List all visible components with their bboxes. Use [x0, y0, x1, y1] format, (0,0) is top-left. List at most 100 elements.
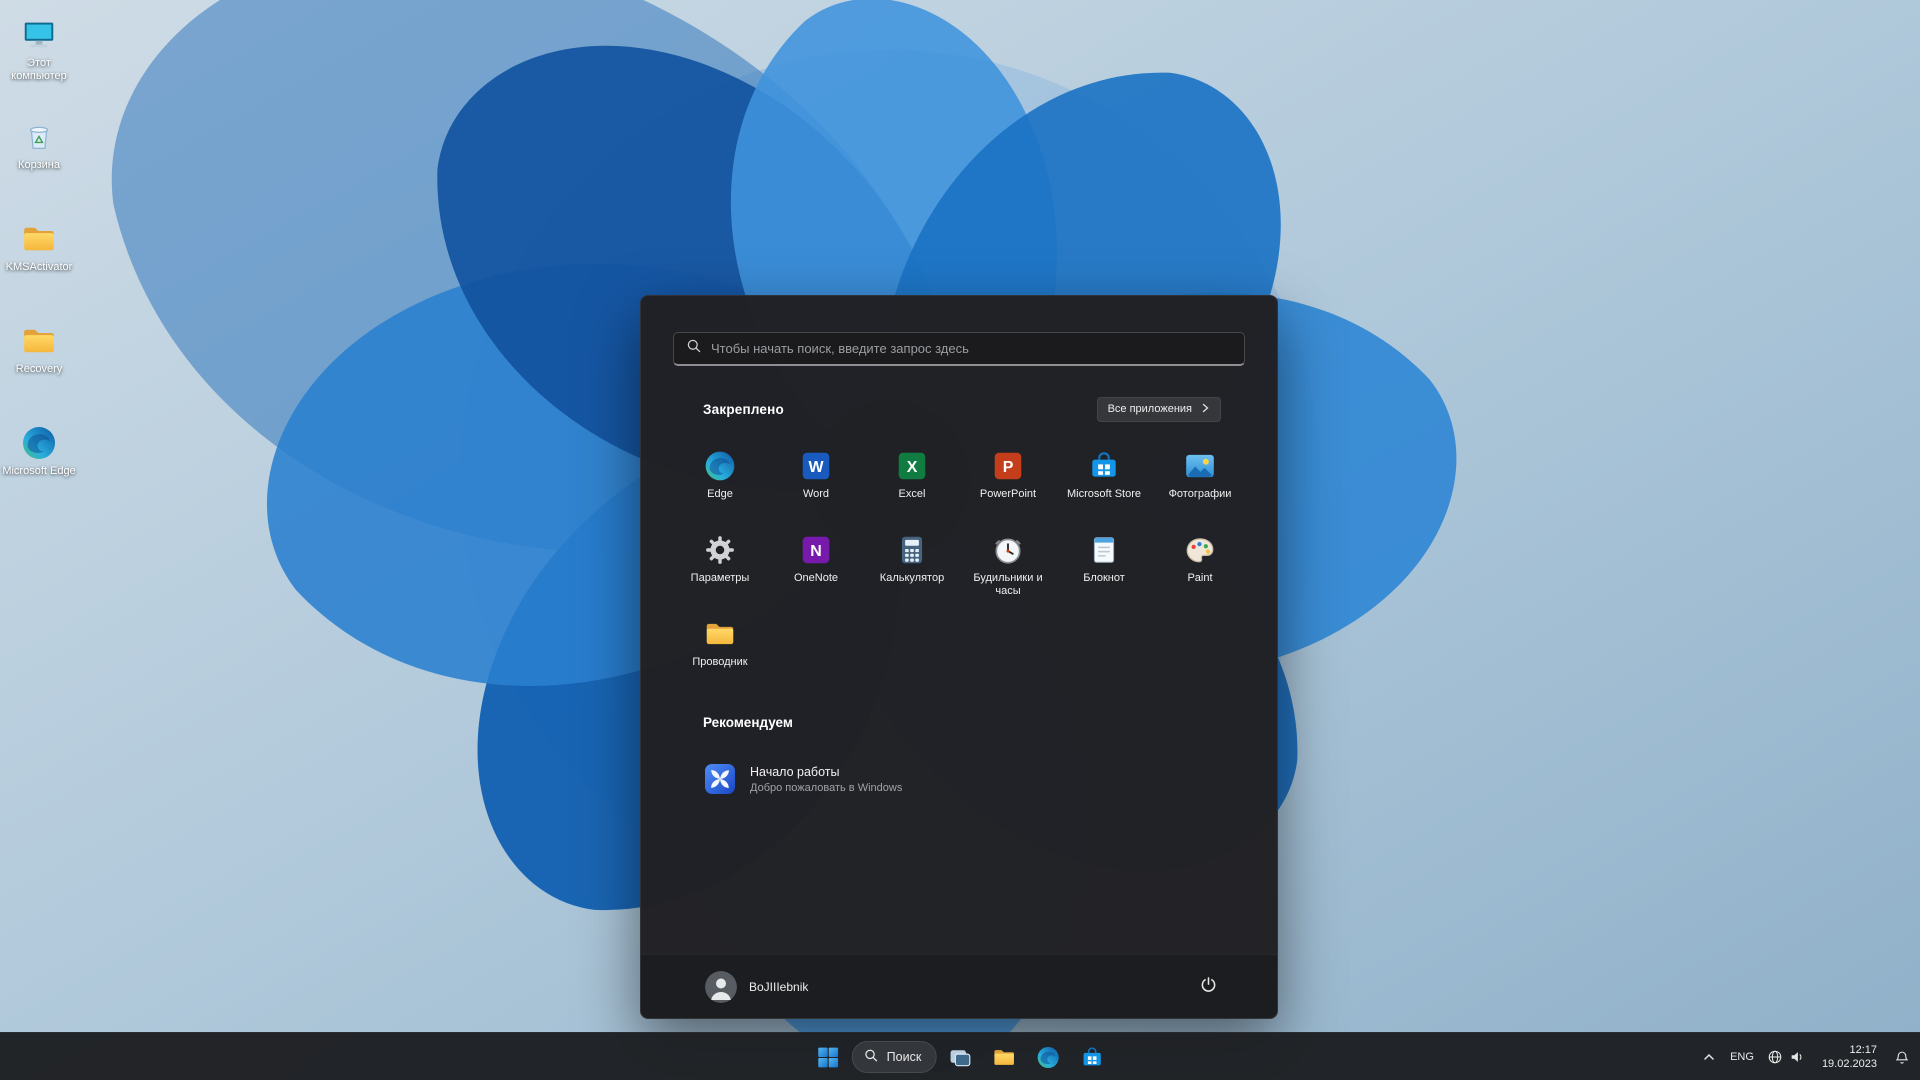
- start-button[interactable]: [808, 1037, 848, 1077]
- svg-text:W: W: [808, 459, 824, 476]
- powerpoint-icon: P: [991, 449, 1025, 483]
- windows-logo-icon: [815, 1045, 840, 1070]
- taskbar-store-button[interactable]: [1072, 1037, 1112, 1077]
- taskbar: Поиск ENG 12:17 19.02.2023: [0, 1032, 1920, 1080]
- get-started-icon: [703, 762, 737, 796]
- app-tile-edge[interactable]: Edge: [672, 444, 768, 528]
- recommended-section-title: Рекомендуем: [703, 715, 793, 730]
- app-tile-label: PowerPoint: [979, 488, 1037, 500]
- recommended-item-title: Начало работы: [750, 764, 840, 779]
- notification-center-button[interactable]: [1888, 1037, 1916, 1077]
- desktop-icon-label: Microsoft Edge: [2, 465, 76, 477]
- folder-icon: [2, 220, 76, 258]
- svg-text:N: N: [810, 543, 822, 560]
- app-tile-microsoft-store[interactable]: Microsoft Store: [1056, 444, 1152, 528]
- desktop-icon-label: Корзина: [18, 159, 60, 171]
- folder-icon: [2, 322, 76, 360]
- app-tile-label: Edge: [707, 488, 733, 500]
- system-tray: ENG 12:17 19.02.2023: [1695, 1033, 1916, 1080]
- task-view-icon: [948, 1045, 973, 1070]
- app-tile-label: Excel: [898, 488, 926, 500]
- tray-date: 19.02.2023: [1821, 1058, 1877, 1070]
- app-tile-label: Проводник: [692, 656, 748, 668]
- start-search-input[interactable]: [711, 341, 1232, 356]
- excel-icon: X: [895, 449, 929, 483]
- app-tile-label: Paint: [1187, 572, 1213, 584]
- app-tile-calculator[interactable]: Калькулятор: [864, 528, 960, 612]
- start-search-box[interactable]: [673, 332, 1245, 366]
- desktop-icon-kmsactivator[interactable]: KMSActivator: [2, 220, 76, 274]
- app-tile-explorer[interactable]: Проводник: [672, 612, 768, 696]
- store-icon: [1087, 449, 1121, 483]
- edge-icon: [2, 424, 76, 462]
- desktop-icon-label: Recovery: [15, 363, 63, 375]
- onenote-icon: N: [799, 533, 833, 567]
- chevron-right-icon: [1200, 403, 1210, 416]
- network-globe-icon: [1767, 1049, 1783, 1065]
- word-icon: W: [799, 449, 833, 483]
- svg-text:P: P: [1003, 459, 1014, 476]
- app-tile-alarms[interactable]: Будильники и часы: [960, 528, 1056, 612]
- calculator-icon: [895, 533, 929, 567]
- app-tile-label: Блокнот: [1083, 572, 1125, 584]
- svg-text:X: X: [907, 459, 918, 476]
- taskbar-file-explorer-button[interactable]: [984, 1037, 1024, 1077]
- settings-gear-icon: [703, 533, 737, 567]
- recommended-item-subtitle: Добро пожаловать в Windows: [750, 781, 903, 794]
- desktop-icon-label: Этот компьютер: [11, 57, 67, 82]
- edge-icon: [1036, 1045, 1061, 1070]
- taskbar-search-button[interactable]: Поиск: [851, 1041, 937, 1073]
- app-tile-paint[interactable]: Paint: [1152, 528, 1248, 612]
- edge-icon: [703, 449, 737, 483]
- app-tile-label: OneNote: [793, 572, 839, 584]
- alarm-clock-icon: [991, 533, 1025, 567]
- app-tile-label: Word: [802, 488, 830, 500]
- tray-hidden-icons-button[interactable]: [1695, 1037, 1723, 1077]
- desktop-icon-recovery[interactable]: Recovery: [2, 322, 76, 376]
- notification-bell-icon: [1894, 1049, 1910, 1065]
- volume-icon: [1789, 1049, 1805, 1065]
- app-tile-label: Калькулятор: [879, 572, 945, 584]
- taskbar-search-label: Поиск: [886, 1050, 922, 1064]
- task-view-button[interactable]: [940, 1037, 980, 1077]
- computer-icon: [2, 16, 76, 54]
- user-profile-button[interactable]: BoJIIIebnik: [705, 965, 816, 1009]
- app-tile-word[interactable]: W Word: [768, 444, 864, 528]
- app-tile-label: Будильники и часы: [973, 572, 1043, 598]
- start-menu: Закреплено Все приложения Edge W Word: [640, 295, 1278, 1019]
- tray-time: 12:17: [1849, 1043, 1877, 1056]
- app-tile-notepad[interactable]: Блокнот: [1056, 528, 1152, 612]
- app-tile-label: Microsoft Store: [1067, 488, 1141, 500]
- all-apps-label: Все приложения: [1107, 403, 1192, 415]
- power-button[interactable]: [1188, 970, 1228, 1004]
- desktop-icon-microsoft-edge[interactable]: Microsoft Edge: [2, 424, 76, 478]
- folder-icon: [703, 617, 737, 651]
- language-label: ENG: [1730, 1051, 1754, 1063]
- pinned-app-grid: Edge W Word X Excel P PowerPoint Microso…: [672, 444, 1248, 696]
- recycle-bin-icon: [2, 118, 76, 156]
- taskbar-center-group: Поиск: [808, 1033, 1113, 1080]
- app-tile-photos[interactable]: Фотографии: [1152, 444, 1248, 528]
- all-apps-button[interactable]: Все приложения: [1096, 396, 1221, 422]
- notepad-icon: [1087, 533, 1121, 567]
- app-tile-label: Фотографии: [1168, 488, 1232, 500]
- power-icon: [1198, 974, 1219, 1000]
- pinned-section-title: Закреплено: [703, 401, 784, 417]
- tray-quick-settings-button[interactable]: [1761, 1037, 1811, 1077]
- tray-language-button[interactable]: ENG: [1724, 1037, 1760, 1077]
- search-icon: [686, 338, 702, 359]
- app-tile-excel[interactable]: X Excel: [864, 444, 960, 528]
- app-tile-powerpoint[interactable]: P PowerPoint: [960, 444, 1056, 528]
- recommended-item-get-started[interactable]: Начало работы Добро пожаловать в Windows: [691, 754, 1121, 804]
- app-tile-settings[interactable]: Параметры: [672, 528, 768, 612]
- folder-icon: [992, 1045, 1017, 1070]
- tray-clock-button[interactable]: 12:17 19.02.2023: [1812, 1037, 1887, 1077]
- desktop-icon-this-pc[interactable]: Этот компьютер: [2, 16, 76, 83]
- start-menu-user-bar: BoJIIIebnik: [641, 954, 1277, 1018]
- app-tile-onenote[interactable]: N OneNote: [768, 528, 864, 612]
- app-tile-label: Параметры: [690, 572, 750, 584]
- pinned-header-row: Закреплено Все приложения: [703, 396, 1221, 422]
- desktop[interactable]: Этот компьютер Корзина KMSActivator Reco…: [0, 0, 1920, 1080]
- taskbar-edge-button[interactable]: [1028, 1037, 1068, 1077]
- desktop-icon-recycle-bin[interactable]: Корзина: [2, 118, 76, 172]
